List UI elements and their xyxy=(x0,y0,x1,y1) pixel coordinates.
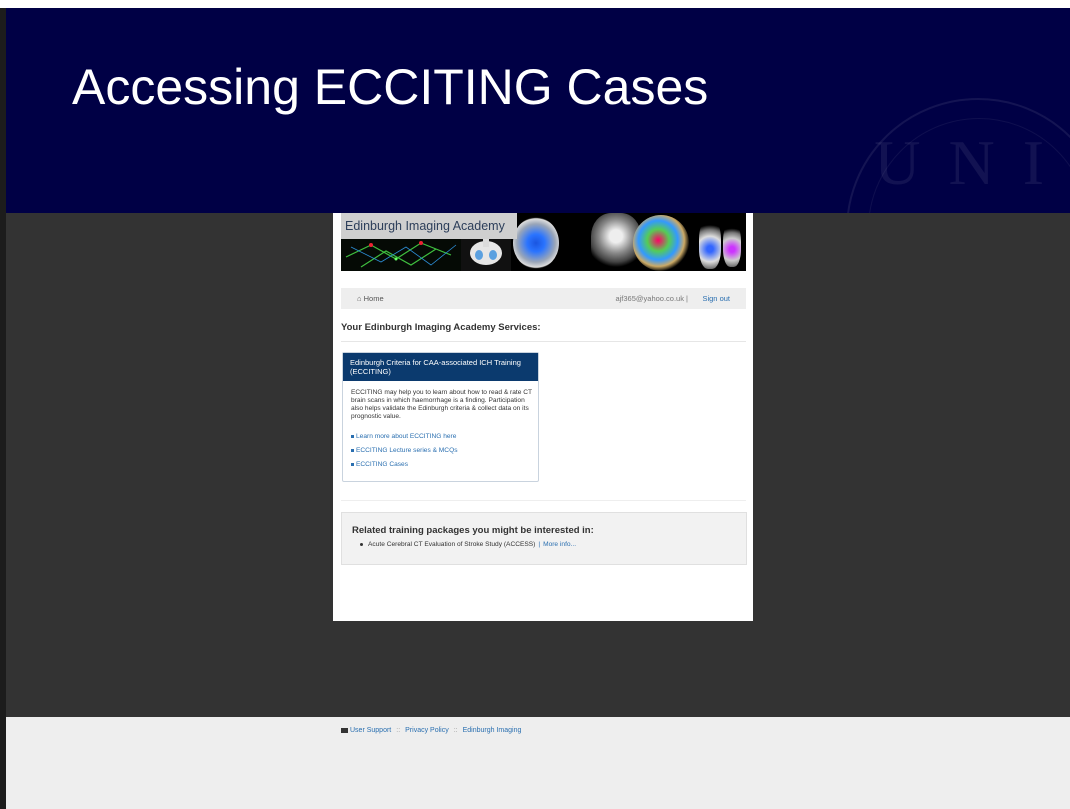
separator: :: xyxy=(396,727,401,734)
eccitng-panel: Edinburgh Criteria for CAA-associated IC… xyxy=(342,352,539,482)
footer: User Support:: Privacy Policy:: Edinburgh … xyxy=(6,717,1070,809)
separator: | xyxy=(538,541,541,548)
edinburgh-imaging-link[interactable]: Edinburgh Imaging xyxy=(463,727,522,734)
panel-description: ECCITING may help you to learn about how… xyxy=(351,389,532,420)
bullet-dot-icon xyxy=(360,542,363,546)
mouse-scan-image-2 xyxy=(723,223,741,267)
lecture-series-link[interactable]: ECCITING Lecture series & MCQs xyxy=(351,447,458,454)
nav-home-link[interactable]: ⌂ Home xyxy=(357,294,384,303)
bullet-icon xyxy=(351,434,354,438)
separator: :: xyxy=(453,727,458,734)
bullet-icon xyxy=(351,448,354,452)
divider xyxy=(341,500,746,501)
banner-title: Edinburgh Imaging Academy xyxy=(345,219,505,233)
frame-top xyxy=(0,0,1070,8)
more-info-link[interactable]: More info... xyxy=(543,541,576,548)
related-list-item: Acute Cerebral CT Evaluation of Stroke S… xyxy=(360,541,576,548)
services-heading: Your Edinburgh Imaging Academy Services: xyxy=(341,322,541,333)
site-banner: Edinburgh Imaging Academy xyxy=(341,213,746,271)
title-bar: U N I Accessing ECCITING Cases xyxy=(6,8,1070,213)
related-heading: Related training packages you might be i… xyxy=(352,525,594,536)
panel-header: Edinburgh Criteria for CAA-associated IC… xyxy=(343,353,538,381)
envelope-icon xyxy=(341,727,348,733)
learn-more-label: Learn more about ECCITING here xyxy=(356,433,457,440)
brain-scan-image xyxy=(513,217,559,269)
lecture-series-label: ECCITING Lecture series & MCQs xyxy=(356,447,458,454)
related-item-label: Acute Cerebral CT Evaluation of Stroke S… xyxy=(368,541,536,548)
neuron-image xyxy=(341,237,461,271)
crest-watermark-letters: U N I xyxy=(874,127,1050,198)
divider xyxy=(341,341,746,342)
eccitng-cases-label: ECCITING Cases xyxy=(356,461,409,468)
user-support-link[interactable]: User Support xyxy=(350,727,391,734)
slide-title: Accessing ECCITING Cases xyxy=(72,59,709,115)
sign-out-link[interactable]: Sign out xyxy=(702,294,730,303)
mouse-scan-image xyxy=(699,219,721,269)
banner-label-box: Edinburgh Imaging Academy xyxy=(341,213,517,239)
nav-home-label: Home xyxy=(363,294,384,303)
privacy-policy-link[interactable]: Privacy Policy xyxy=(405,727,449,734)
nav-user-email: ajf365@yahoo.co.uk | xyxy=(615,294,688,303)
footer-links: User Support:: Privacy Policy:: Edinburgh … xyxy=(341,727,521,734)
related-training-box: Related training packages you might be i… xyxy=(341,512,747,565)
navbar: ⌂ Home ajf365@yahoo.co.uk | Sign out xyxy=(341,288,746,309)
slide: U N I Accessing ECCITING Cases Edinburgh… xyxy=(0,0,1070,809)
bullet-icon xyxy=(351,462,354,466)
panel-title: Edinburgh Criteria for CAA-associated IC… xyxy=(350,358,521,376)
learn-more-link[interactable]: Learn more about ECCITING here xyxy=(351,433,456,440)
eccitng-cases-link[interactable]: ECCITING Cases xyxy=(351,461,408,468)
tractography-image xyxy=(633,215,689,271)
